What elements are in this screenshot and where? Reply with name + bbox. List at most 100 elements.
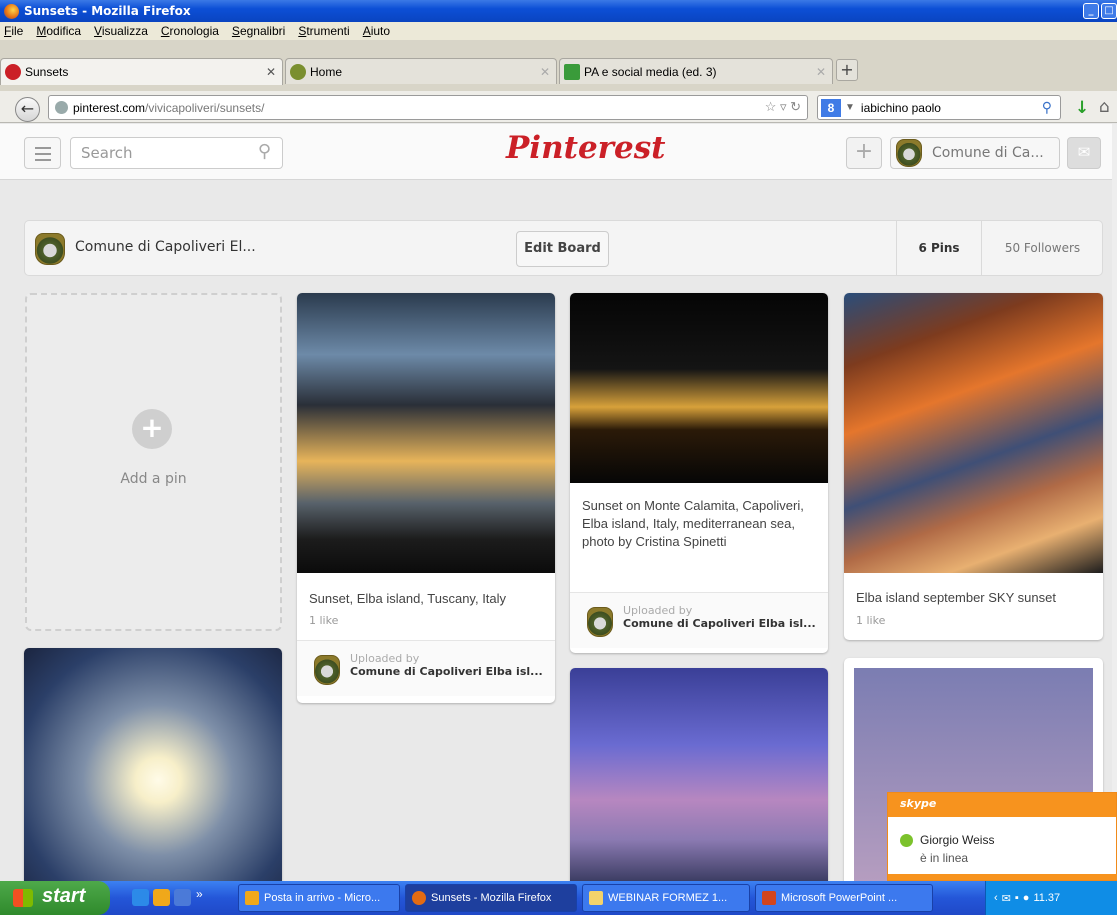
notifications-icon[interactable]: ✉ bbox=[1067, 137, 1101, 169]
menu-hamburger-button[interactable] bbox=[24, 137, 61, 169]
engine-dropdown-icon[interactable]: ▼ bbox=[845, 102, 855, 113]
task-label: Posta in arrivo - Micro... bbox=[264, 892, 381, 904]
window-controls: _ □ bbox=[1083, 3, 1117, 19]
task-label: Sunsets - Mozilla Firefox bbox=[431, 892, 552, 904]
pin-card[interactable] bbox=[570, 668, 828, 888]
search-placeholder: Search bbox=[81, 144, 133, 162]
menu-file[interactable]: File bbox=[4, 24, 23, 38]
pin-image[interactable] bbox=[570, 293, 828, 483]
back-button[interactable]: ← bbox=[15, 97, 40, 122]
window-title: Sunsets - Mozilla Firefox bbox=[24, 4, 191, 18]
pin-image[interactable] bbox=[297, 293, 555, 573]
pin-likes: 1 like bbox=[856, 614, 886, 627]
board-owner-avatar[interactable] bbox=[35, 233, 65, 265]
pin-card[interactable]: Elba island september SKY sunset 1 like bbox=[844, 293, 1103, 640]
add-pin-label: Add a pin bbox=[120, 471, 187, 487]
pin-card[interactable] bbox=[24, 648, 282, 888]
edit-board-button[interactable]: Edit Board bbox=[516, 231, 609, 267]
folder-icon bbox=[589, 891, 603, 905]
address-bar[interactable]: pinterest.com/vivicapoliveri/sunsets/ ☆ … bbox=[48, 95, 808, 120]
taskbar-item-powerpoint[interactable]: Microsoft PowerPoint ... bbox=[755, 884, 933, 912]
tray-app-icon[interactable]: ▪ bbox=[1015, 892, 1019, 904]
minimize-button[interactable]: _ bbox=[1083, 3, 1099, 19]
followers-count[interactable]: 50 Followers bbox=[981, 221, 1103, 275]
quicklaunch-more-icon[interactable]: » bbox=[196, 887, 203, 901]
page-scrollbar[interactable] bbox=[1112, 124, 1117, 881]
download-icon[interactable]: ↓ bbox=[1075, 98, 1089, 118]
pin-uploader[interactable]: Uploaded by Comune di Capoliveri Elba is… bbox=[570, 592, 828, 648]
pin-uploader[interactable]: Uploaded by Comune di Capoliveri Elba is… bbox=[297, 640, 555, 696]
start-button[interactable]: start bbox=[0, 881, 110, 915]
quicklaunch-icon[interactable] bbox=[174, 889, 191, 906]
skype-footer-bar bbox=[888, 874, 1117, 880]
pins-count[interactable]: 6 Pins bbox=[896, 221, 981, 275]
home-icon[interactable]: ⌂ bbox=[1099, 97, 1110, 117]
pin-image[interactable] bbox=[570, 668, 828, 888]
new-tab-button[interactable]: + bbox=[836, 59, 858, 81]
menu-cronologia[interactable]: Cronologia bbox=[161, 24, 219, 38]
pinterest-icon bbox=[5, 64, 21, 80]
menu-strumenti[interactable]: Strumenti bbox=[298, 24, 349, 38]
taskbar-item-firefox[interactable]: Sunsets - Mozilla Firefox bbox=[405, 884, 577, 912]
tab-sunsets[interactable]: Sunsets ✕ bbox=[0, 58, 283, 85]
close-tab-icon[interactable]: ✕ bbox=[816, 65, 826, 79]
mail-tray-icon[interactable]: ✉ bbox=[1002, 892, 1011, 905]
search-icon[interactable]: ⚲ bbox=[1042, 99, 1052, 116]
skype-tray-icon[interactable]: ● bbox=[1023, 892, 1030, 904]
user-avatar bbox=[896, 139, 922, 167]
user-profile-button[interactable]: Comune di Ca... bbox=[890, 137, 1060, 169]
contact-status: è in linea bbox=[920, 851, 969, 865]
clock: 11.37 bbox=[1033, 892, 1061, 904]
pinterest-logo[interactable]: Pinterest bbox=[506, 130, 666, 166]
system-tray: ‹ ✉ ▪ ● 11.37 bbox=[985, 881, 1117, 915]
pin-card[interactable]: Sunset on Monte Calamita, Capoliveri, El… bbox=[570, 293, 828, 653]
online-status-icon bbox=[900, 834, 913, 847]
tray-expand-icon[interactable]: ‹ bbox=[994, 892, 998, 904]
menu-bar: File Modifica Visualizza Cronologia Segn… bbox=[0, 22, 1117, 40]
windows-logo-icon bbox=[13, 889, 33, 907]
menu-segnalibri[interactable]: Segnalibri bbox=[232, 24, 285, 38]
globe-icon bbox=[55, 101, 68, 114]
ie-icon[interactable] bbox=[132, 889, 149, 906]
browser-search-bar[interactable]: 8 ▼ iabichino paolo ⚲ bbox=[817, 95, 1061, 120]
menu-aiuto[interactable]: Aiuto bbox=[363, 24, 390, 38]
tab-label: Home bbox=[310, 64, 343, 79]
outlook-icon[interactable] bbox=[153, 889, 170, 906]
bookmark-star-icon[interactable]: ☆ ▿ ↻ bbox=[765, 99, 801, 115]
url-path: /vivicapoliveri/sunsets/ bbox=[145, 100, 265, 115]
pinterest-search-input[interactable]: Search ⚲ bbox=[70, 137, 283, 169]
pin-card[interactable]: Sunset, Elba island, Tuscany, Italy 1 li… bbox=[297, 293, 555, 703]
pin-image[interactable] bbox=[844, 293, 1103, 573]
outlook-icon bbox=[245, 891, 259, 905]
taskbar-item-webinar[interactable]: WEBINAR FORMEZ 1... bbox=[582, 884, 750, 912]
plus-icon: + bbox=[132, 409, 172, 449]
tab-home[interactable]: Home ✕ bbox=[285, 58, 557, 84]
crest-icon bbox=[290, 63, 306, 80]
firefox-icon bbox=[4, 3, 19, 19]
uploader-avatar bbox=[587, 607, 613, 637]
menu-modifica[interactable]: Modifica bbox=[36, 24, 81, 38]
powerpoint-icon bbox=[762, 891, 776, 905]
tab-label: Sunsets bbox=[25, 65, 69, 79]
uploaded-by-label: Uploaded by bbox=[623, 604, 693, 617]
task-label: WEBINAR FORMEZ 1... bbox=[608, 892, 728, 904]
google-icon[interactable]: 8 bbox=[821, 98, 841, 117]
maximize-button[interactable]: □ bbox=[1101, 3, 1117, 19]
skype-notification[interactable]: skype Giorgio Weiss è in linea bbox=[887, 792, 1117, 881]
firefox-window: Sunsets - Mozilla Firefox _ □ File Modif… bbox=[0, 0, 1117, 915]
page-icon bbox=[564, 63, 580, 80]
add-pin-card[interactable]: + Add a pin bbox=[25, 293, 282, 631]
pin-image[interactable] bbox=[24, 648, 282, 888]
taskbar-item-posta[interactable]: Posta in arrivo - Micro... bbox=[238, 884, 400, 912]
uploader-name: Comune di Capoliveri Elba isl... bbox=[623, 617, 816, 630]
tab-label: PA e social media (ed. 3) bbox=[584, 64, 717, 79]
search-icon[interactable]: ⚲ bbox=[258, 141, 271, 162]
close-tab-icon[interactable]: ✕ bbox=[540, 65, 550, 79]
pin-description: Sunset, Elba island, Tuscany, Italy bbox=[309, 591, 507, 606]
url-host: pinterest.com bbox=[73, 100, 146, 115]
tab-pa-social[interactable]: PA e social media (ed. 3) ✕ bbox=[559, 58, 833, 84]
add-pin-button[interactable]: + bbox=[846, 137, 882, 169]
board-owner-name[interactable]: Comune di Capoliveri El... bbox=[75, 239, 256, 255]
close-tab-icon[interactable]: ✕ bbox=[266, 65, 276, 79]
menu-visualizza[interactable]: Visualizza bbox=[94, 24, 148, 38]
